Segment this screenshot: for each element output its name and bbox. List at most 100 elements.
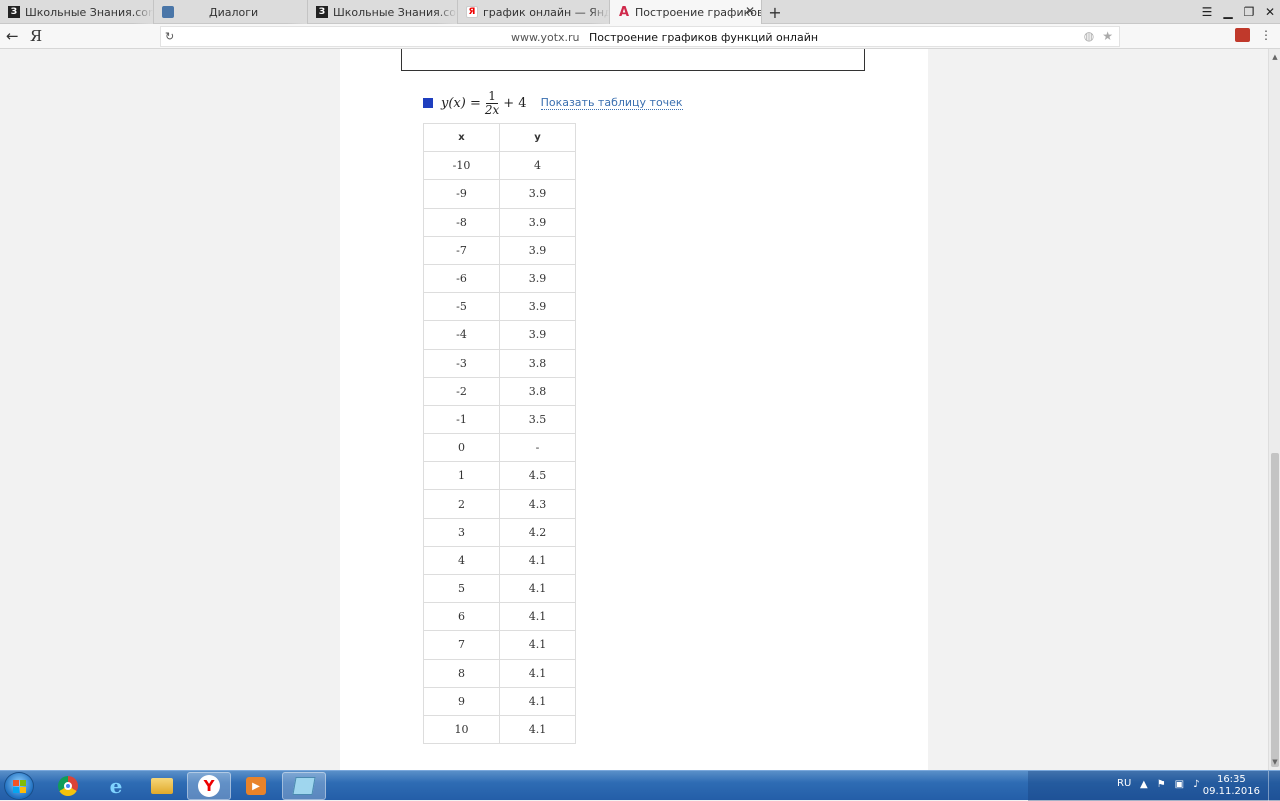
close-window-icon[interactable]: ✕ xyxy=(1260,0,1280,24)
cell-x: -9 xyxy=(423,179,500,209)
system-tray: RU ▲ ⚑ ▣ ♪ 16:35 09.11.2016 xyxy=(1028,771,1280,801)
column-header-y: y xyxy=(499,122,576,153)
vertical-scrollbar[interactable]: ▲ ▼ xyxy=(1268,49,1280,770)
taskbar-yandex-browser[interactable]: Y xyxy=(187,772,231,800)
scroll-up-icon[interactable]: ▲ xyxy=(1269,51,1280,63)
start-button[interactable] xyxy=(4,772,34,800)
cell-y: 3.9 xyxy=(499,263,576,294)
chrome-icon xyxy=(58,776,78,796)
restore-icon[interactable]: ❐ xyxy=(1239,0,1259,24)
taskbar-notepad[interactable] xyxy=(282,772,326,800)
yandex-browser-icon: Y xyxy=(198,775,220,797)
formula-rhs: + 4 xyxy=(503,95,527,111)
cell-y: 3.9 xyxy=(499,292,576,322)
cell-x: -1 xyxy=(423,404,500,435)
table-row: -4 3.9 xyxy=(423,320,576,350)
url-page-title: Построение графиков функций онлайн xyxy=(589,31,819,44)
table-row: 10 4.1 xyxy=(423,714,576,745)
cell-x: 7 xyxy=(423,630,500,660)
yandex-logo-icon[interactable]: Я xyxy=(30,27,42,45)
reload-icon[interactable]: ↻ xyxy=(165,30,174,43)
cell-y: - xyxy=(499,433,576,463)
browser-tab-5[interactable]: AПостроение графиков ф✕ xyxy=(610,0,762,24)
minimize-icon[interactable]: ▁ xyxy=(1218,0,1238,24)
cell-x: 2 xyxy=(423,489,500,519)
yandex-icon: Я xyxy=(466,6,478,18)
page-viewport: y(x) = 1 2x + 4 Показать таблицу точек x… xyxy=(0,49,1268,770)
cell-x: 4 xyxy=(423,545,500,576)
znanija-icon: З xyxy=(8,6,20,18)
cell-x: 1 xyxy=(423,461,500,491)
table-row: 1 4.5 xyxy=(423,461,576,491)
taskbar-ie[interactable]: e xyxy=(94,772,138,800)
table-row: 0- xyxy=(423,433,576,463)
cell-x: 3 xyxy=(423,517,500,547)
table-row: -7 3.9 xyxy=(423,235,576,265)
window-controls: ☰ ▁ ❐ ✕ xyxy=(1196,0,1280,24)
table-header-row: x y xyxy=(423,122,576,153)
cell-x: -2 xyxy=(423,376,500,406)
tab-strip: ЗШкольные Знания.com - Ре Диалоги ЗШкольны… xyxy=(0,0,1280,24)
cell-y: 3.9 xyxy=(499,320,576,350)
table-row: 4 4.1 xyxy=(423,545,576,576)
show-points-table-link[interactable]: Показать таблицу точек xyxy=(540,96,683,110)
znanija-icon: З xyxy=(316,6,328,18)
cell-y: 3.9 xyxy=(499,207,576,237)
browser-menu-icon[interactable]: ☰ xyxy=(1197,0,1217,24)
cell-y: 4.1 xyxy=(499,714,576,745)
cell-y: 4.3 xyxy=(499,489,576,519)
taskbar-explorer[interactable] xyxy=(140,772,184,800)
cell-x: 10 xyxy=(423,714,500,745)
table-row: 3 4.2 xyxy=(423,517,576,547)
browser-tab-2[interactable]: Диалоги xyxy=(154,0,308,24)
protect-icon[interactable]: ◍ xyxy=(1084,29,1094,43)
cell-y: 4.1 xyxy=(499,630,576,660)
formula-numerator: 1 xyxy=(486,88,498,104)
language-indicator[interactable]: RU xyxy=(1117,778,1131,789)
taskbar-chrome[interactable] xyxy=(46,772,90,800)
points-table: x y -10 4 -9 3.9 -8 3.9 -7 3.9 -6 3.9 -5 3.9 -4 3.9 -3… xyxy=(423,122,576,745)
bookmark-star-icon[interactable]: ★ xyxy=(1102,29,1113,43)
scroll-thumb[interactable] xyxy=(1271,453,1279,767)
cell-y: 4.1 xyxy=(499,686,576,716)
folder-icon xyxy=(151,778,173,794)
back-arrow-icon[interactable]: ← xyxy=(6,27,19,45)
show-desktop-button[interactable] xyxy=(1268,771,1280,801)
clock[interactable]: 16:35 09.11.2016 xyxy=(1203,774,1260,798)
volume-icon[interactable]: ♪ xyxy=(1193,779,1199,790)
cell-y: 4.1 xyxy=(499,545,576,576)
cell-y: 3.8 xyxy=(499,376,576,406)
yotx-icon: A xyxy=(618,4,630,20)
browser-tab-1[interactable]: ЗШкольные Знания.com - Ре xyxy=(0,0,154,24)
notepad-icon xyxy=(292,777,316,795)
cell-x: -3 xyxy=(423,348,500,378)
cell-x: 5 xyxy=(423,573,500,604)
taskbar-media-player[interactable]: ▶ xyxy=(234,772,278,800)
cell-y: 3.9 xyxy=(499,235,576,265)
browser-tab-3[interactable]: ЗШкольные Знания.com - Ре xyxy=(308,0,458,24)
browser-tab-4[interactable]: Яграфик онлайн — Яндекс: н xyxy=(458,0,610,24)
close-tab-icon[interactable]: ✕ xyxy=(745,4,755,18)
cell-x: 0 xyxy=(423,433,500,463)
media-player-icon: ▶ xyxy=(246,777,266,795)
tray-expand-icon[interactable]: ▲ xyxy=(1140,779,1148,790)
extension-icon[interactable] xyxy=(1235,28,1250,42)
graph-frame xyxy=(401,49,865,71)
table-row: -8 3.9 xyxy=(423,207,576,237)
table-row: -9 3.9 xyxy=(423,179,576,209)
table-row: -1 3.5 xyxy=(423,404,576,435)
action-center-flag-icon[interactable]: ⚑ xyxy=(1157,779,1166,790)
formula-fraction: 1 2x xyxy=(485,88,499,117)
vk-icon xyxy=(162,6,174,18)
cell-y: 4.1 xyxy=(499,658,576,688)
url-display[interactable]: www.yotx.ru Построение графиков функций … xyxy=(511,31,818,44)
table-row: -10 4 xyxy=(423,151,576,181)
cell-y: 3.9 xyxy=(499,179,576,209)
network-icon[interactable]: ▣ xyxy=(1175,779,1184,790)
url-field[interactable]: ↻ www.yotx.ru Построение графиков функци… xyxy=(160,26,1120,47)
scroll-down-icon[interactable]: ▼ xyxy=(1269,756,1280,768)
table-row: 8 4.1 xyxy=(423,658,576,688)
new-tab-button[interactable]: + xyxy=(762,0,788,24)
cell-x: -8 xyxy=(423,207,500,237)
downloads-icon[interactable]: ⋮ xyxy=(1260,28,1272,42)
